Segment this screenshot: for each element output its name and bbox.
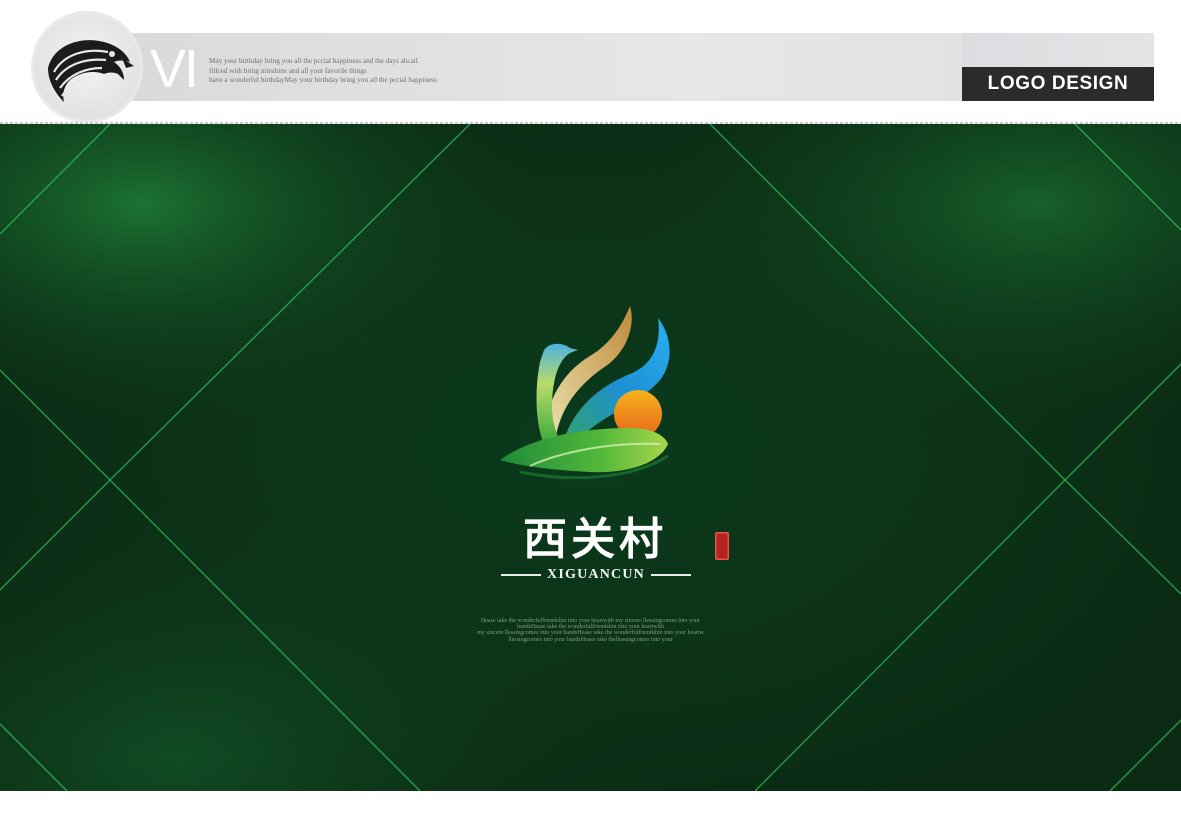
logo-design-label: LOGO DESIGN bbox=[962, 67, 1154, 101]
left-rule bbox=[501, 574, 542, 576]
header-tagline: May your birthday bring you all the pcci… bbox=[209, 57, 629, 86]
header-band-right bbox=[962, 33, 1154, 67]
brand-name-en-row: XIGUANCUN bbox=[486, 564, 706, 586]
tagline-line: have a wonderful birthdayMay your birthd… bbox=[209, 76, 437, 84]
red-seal-stamp-icon bbox=[715, 532, 729, 560]
bird-sun-leaf-logo-icon bbox=[500, 306, 670, 480]
blessing-text: Hease take the wonderfulfriendshin into … bbox=[420, 618, 761, 643]
tagline-line: May your birthday bring you all the pcci… bbox=[209, 57, 418, 65]
brand-name-en: XIGUANCUN bbox=[547, 567, 645, 582]
eagle-head-icon bbox=[34, 14, 140, 120]
vi-mark: VI bbox=[150, 39, 199, 99]
eagle-head-graphic bbox=[48, 40, 134, 102]
blessing-line: llessingcomes into your handsHease take … bbox=[508, 636, 673, 643]
tagline-line: fillced with bring minshine and all your… bbox=[209, 66, 367, 75]
right-rule bbox=[650, 574, 691, 576]
vi-logo-presentation-page: VI May your birthday bring you all the p… bbox=[0, 0, 1181, 827]
brand-name-cn: 西关村 bbox=[523, 514, 667, 565]
